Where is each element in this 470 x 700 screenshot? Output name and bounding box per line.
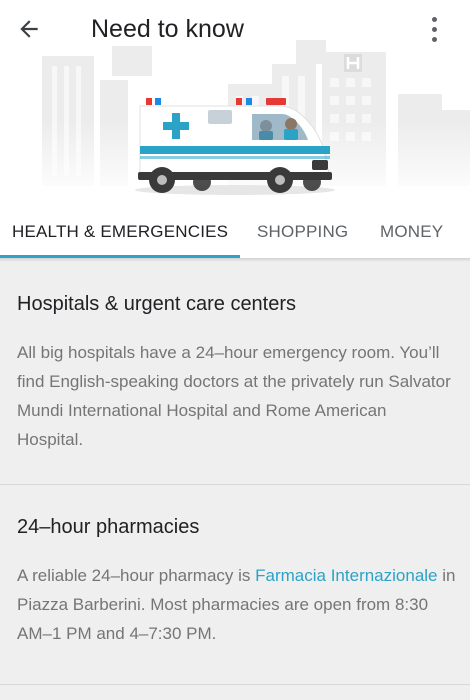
pharmacy-link[interactable]: Farmacia Internazionale bbox=[255, 566, 437, 585]
app-bar: Need to know HEALTH & EMERGENCIES SHOPPI… bbox=[0, 0, 470, 258]
back-button[interactable] bbox=[12, 12, 46, 46]
tab-health-emergencies[interactable]: HEALTH & EMERGENCIES bbox=[12, 206, 228, 258]
section-title: 24–hour pharmacies bbox=[17, 516, 200, 538]
section-divider bbox=[0, 684, 470, 685]
section-body: A reliable 24–hour pharmacy is Farmacia … bbox=[17, 561, 457, 648]
section-hospitals: Hospitals & urgent care centers All big … bbox=[0, 262, 470, 484]
body-text: A reliable 24–hour pharmacy is bbox=[17, 566, 256, 585]
more-options-button[interactable] bbox=[422, 12, 446, 46]
tab-money[interactable]: MONEY bbox=[380, 206, 443, 258]
section-pharmacies: 24–hour pharmacies A reliable 24–hour ph… bbox=[0, 485, 470, 685]
tab-bar: HEALTH & EMERGENCIES SHOPPING MONEY bbox=[0, 206, 470, 258]
arrow-back-icon bbox=[20, 20, 38, 38]
tab-shopping[interactable]: SHOPPING bbox=[257, 206, 348, 258]
section-title: Hospitals & urgent care centers bbox=[17, 293, 297, 315]
more-vert-icon bbox=[431, 16, 437, 22]
page-title: Need to know bbox=[91, 15, 244, 43]
section-body: All big hospitals have a 24–hour emergen… bbox=[17, 343, 451, 449]
